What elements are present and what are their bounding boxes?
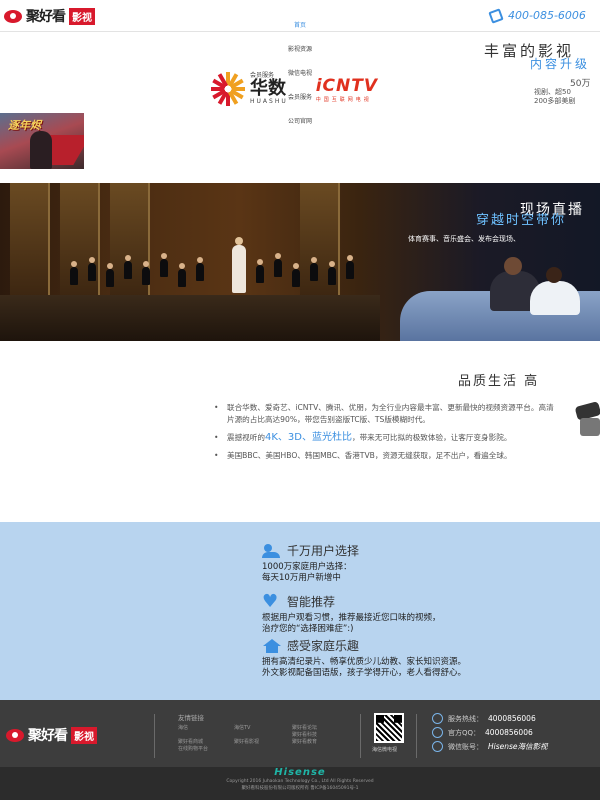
icp-text: 聚好看科技股份有限公司版权所有 鲁ICP备16045091号-1 [241, 786, 359, 791]
footer-divider [416, 714, 417, 758]
footer-link[interactable]: 聚好看影视 [234, 738, 259, 745]
bullet-content-partners: 联合华数、爱奇艺、iCNTV、腾讯、优朋，为全行业内容最丰富、更新最快的视频资源… [214, 402, 554, 426]
section1-line1: 50万 [570, 79, 591, 89]
footer-logo-badge: 影视 [71, 726, 97, 744]
phone-icon [488, 7, 504, 24]
icntv-logo: iCNTV 中国互联网电视 [316, 76, 378, 103]
contact-label: 服务热线： [448, 714, 483, 723]
contact-value: 4000856006 [485, 728, 533, 737]
contact-wechat: 微信账号： Hisense海信影视 [432, 741, 548, 752]
feature-desc-line: 外文影视配备国语版，孩子学得开心，老人看得舒心。 [262, 668, 467, 678]
section1-subtitle: 内容升级 [530, 57, 591, 71]
footer-link[interactable]: 海信TV [234, 724, 250, 731]
feature-title: 千万用户选择 [287, 544, 360, 558]
feature-recommend: 智能推荐 根据用户观看习惯，推荐最接近您口味的视频， 治疗您的“选择困难症”:) [262, 591, 441, 635]
poster-title: 逐年烬 [8, 119, 41, 132]
hisense-logo: Hisense [274, 767, 326, 778]
hotline-number: 400-085-6006 [508, 9, 586, 22]
feature-desc-line: 每天10万用户新增中 [262, 573, 341, 583]
nav-item-company-site[interactable]: 公司官网 [250, 110, 350, 134]
huashu-en: HUASHU [250, 97, 288, 105]
feature-users: 千万用户选择 1000万家庭用户选择： 每天10万用户新增中 [262, 542, 359, 584]
banner-subtitle: 穿越时空带你 [476, 213, 567, 228]
bullet-global-content: 美国BBC、美国HBO、韩国MBC、香港TVB，资源无缝获取，足不出户，看遍全球… [214, 450, 554, 462]
partner-logos: 会员服务 华数 HUASHU iCNTV 中国互联网电视 [210, 72, 378, 106]
feature-family: 感受家庭乐趣 拥有高清纪录片、畅享优质少儿幼教、家长知识资源。 外文影视配备国语… [262, 637, 466, 679]
wechat-qr-code [374, 713, 404, 743]
hotline: 400-085-6006 [488, 7, 586, 24]
nav-item-resources[interactable]: 影视资源 [250, 38, 350, 62]
logo-mark-icon [6, 728, 24, 742]
footer-divider [154, 714, 155, 758]
footer-link[interactable]: 海信 [178, 724, 188, 731]
bullet-post: ，带来无可比拟的极致体验，让客厅变身影院。 [351, 433, 512, 442]
orchestra-image [60, 249, 380, 295]
bullet-highlight: 4K、3D、蓝光杜比 [264, 432, 352, 443]
quality-bullets: 联合华数、爱奇艺、iCNTV、腾讯、优朋，为全行业内容最丰富、更新最快的视频资源… [214, 402, 554, 468]
heart-icon [262, 591, 282, 612]
feature-title: 智能推荐 [287, 595, 336, 609]
contact-value: 4000856006 [488, 714, 536, 723]
home-icon [262, 638, 282, 653]
logo-mark-icon [4, 9, 22, 23]
features-section: 千万用户选择 1000万家庭用户选择： 每天10万用户新增中 智能推荐 根据用户… [0, 522, 600, 700]
banner-tags: 体育赛事、音乐盛会、发布会现场、 [408, 235, 520, 243]
huashu-name: 华数 [250, 78, 286, 100]
feature-title: 感受家庭乐趣 [287, 639, 360, 653]
contact-label: 官方QQ： [448, 728, 481, 737]
footer-link[interactable]: 聚好看科技 [292, 731, 317, 738]
footer-divider [360, 714, 361, 758]
logo-badge: 影视 [69, 7, 95, 25]
movie-poster[interactable]: 逐年烬 [0, 113, 84, 169]
feature-desc-line: 拥有高清纪录片、畅享优质少儿幼教、家长知识资源。 [262, 657, 467, 667]
section1-line3: 200多部美剧 [534, 97, 576, 105]
feature-desc-line: 1000万家庭用户选择： [262, 562, 352, 572]
footer-link[interactable]: 在线购物平台 [178, 745, 208, 752]
bullet-pre: 震撼视听的 [227, 433, 265, 442]
qr-label: 海信微电视 [372, 747, 398, 753]
qq-icon [432, 727, 443, 738]
footer-logo[interactable]: 聚好看 影视 [6, 725, 97, 745]
footer-link[interactable]: 聚好看商城 [178, 738, 203, 745]
feature-desc-line: 根据用户观看习惯，推荐最接近您口味的视频， [262, 613, 441, 623]
quality-heading: 品质生活 高 [458, 374, 540, 389]
footer-link[interactable]: 聚好看教育 [292, 738, 317, 745]
site-footer: 聚好看 影视 友情链接 海信 海信TV 聚好看论坛 聚好看商城 聚好看影视 聚好… [0, 700, 600, 800]
bullet-av-quality: 震撼视听的4K、3D、蓝光杜比，带来无可比拟的极致体验，让客厅变身影院。 [214, 432, 554, 444]
site-logo[interactable]: 聚好看 影视 [4, 6, 95, 26]
contact-qq: 官方QQ： 4000856006 [432, 727, 533, 738]
users-icon [262, 543, 282, 558]
contact-value: Hisense海信影视 [488, 742, 548, 751]
footer-link[interactable]: 聚好看论坛 [292, 724, 317, 731]
vr-device-image [572, 401, 600, 438]
footer-bottom-bar: Hisense Copyright 2016 Juhaokan Technolo… [0, 767, 600, 800]
contact-label: 微信账号： [448, 742, 483, 751]
nav-item-home[interactable]: 首页 [250, 14, 350, 38]
viewers-image [380, 243, 600, 341]
footer-logo-text: 聚好看 [28, 728, 68, 744]
icntv-wordmark: iCNTV [315, 75, 379, 96]
huashu-sun-icon [210, 72, 246, 106]
icntv-subtitle: 中国互联网电视 [315, 96, 372, 103]
live-banner[interactable]: 现场直播 穿越时空带你 体育赛事、音乐盛会、发布会现场、 [0, 183, 600, 341]
wechat-icon [432, 741, 443, 752]
huashu-logo: 会员服务 华数 HUASHU [210, 72, 288, 106]
phone-icon [432, 713, 443, 724]
feature-desc-line: 治疗您的“选择困难症”:) [262, 624, 354, 634]
logo-text: 聚好看 [26, 9, 66, 25]
copyright-text: Copyright 2016 Juhaokan Technology Co., … [226, 779, 374, 784]
links-heading: 友情链接 [178, 714, 204, 722]
contact-hotline: 服务热线： 4000856006 [432, 713, 536, 724]
